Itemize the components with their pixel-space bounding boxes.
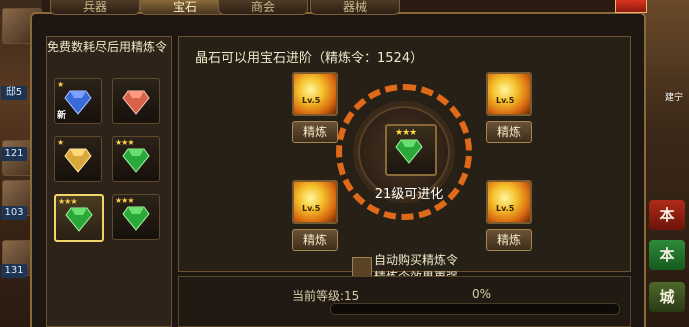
side-button[interactable]: 本 [649,240,685,270]
side-button[interactable]: 城 [649,282,685,312]
star-rating: ★★★ [115,138,134,147]
auto-buy-checkbox[interactable] [352,257,372,277]
gem-slot[interactable]: ★ 新 [54,78,102,124]
gem-icon [65,207,93,232]
tab-gems[interactable]: 宝石 [140,0,230,15]
right-background [643,0,689,325]
level-tag: 131 [1,264,27,278]
gem-slot[interactable] [112,78,160,124]
gem-slot[interactable]: ★ [54,136,102,182]
refine-slot[interactable]: Lv.5 [486,180,532,224]
tab-merchant[interactable]: 商会 [218,0,308,15]
level-area [178,276,631,327]
info-text: 晶石可以用宝石进阶（精炼令：1524） [195,51,424,66]
refine-button[interactable]: 精炼 [486,121,532,143]
level-tag: 103 [1,206,27,220]
gem-slot[interactable]: ★★★ [112,194,160,240]
refine-button[interactable]: 精炼 [486,229,532,251]
refine-slot[interactable]: Lv.5 [292,72,338,116]
gem-slot-selected[interactable]: ★★★ [54,194,104,242]
evolve-label: 21级可进化 [374,187,444,202]
close-button[interactable] [615,0,647,13]
slot-level: Lv.5 [496,96,515,105]
gem-icon [122,90,150,115]
star-rating: ★ [57,80,64,89]
center-gem-slot[interactable]: ★★★ [385,124,437,176]
auto-buy-line1: 自动购买精炼令 [374,253,459,267]
slot-level: Lv.5 [496,204,515,213]
gem-icon [64,90,92,115]
level-tag: 121 [1,147,27,161]
refine-button[interactable]: 精炼 [292,121,338,143]
star-rating: ★★★ [395,128,417,138]
gem-icon [122,206,150,231]
star-rating: ★★★ [58,197,77,206]
refine-slot[interactable]: Lv.5 [486,72,532,116]
new-badge: 新 [57,111,67,121]
progress-percent: 0% [472,287,492,301]
star-rating: ★★★ [115,196,134,205]
level-tag: 邸5 [1,86,27,100]
gem-list-title: 免费数耗尽后用精炼令 [47,40,168,54]
map-label: 建宁 [664,93,683,103]
refine-button[interactable]: 精炼 [292,229,338,251]
gem-icon [64,148,92,173]
current-level: 当前等级:15 [292,289,360,303]
refine-slot[interactable]: Lv.5 [292,180,338,224]
slot-level: Lv.5 [302,96,321,105]
gem-icon [395,139,423,164]
tab-machinery[interactable]: 器械 [310,0,400,15]
star-rating: ★ [57,138,64,147]
tab-weapons[interactable]: 兵器 [50,0,140,15]
gem-icon [122,148,150,173]
gem-slot[interactable]: ★★★ [112,136,160,182]
progress-bar [330,303,620,315]
slot-level: Lv.5 [302,204,321,213]
side-button[interactable]: 本 [649,200,685,230]
